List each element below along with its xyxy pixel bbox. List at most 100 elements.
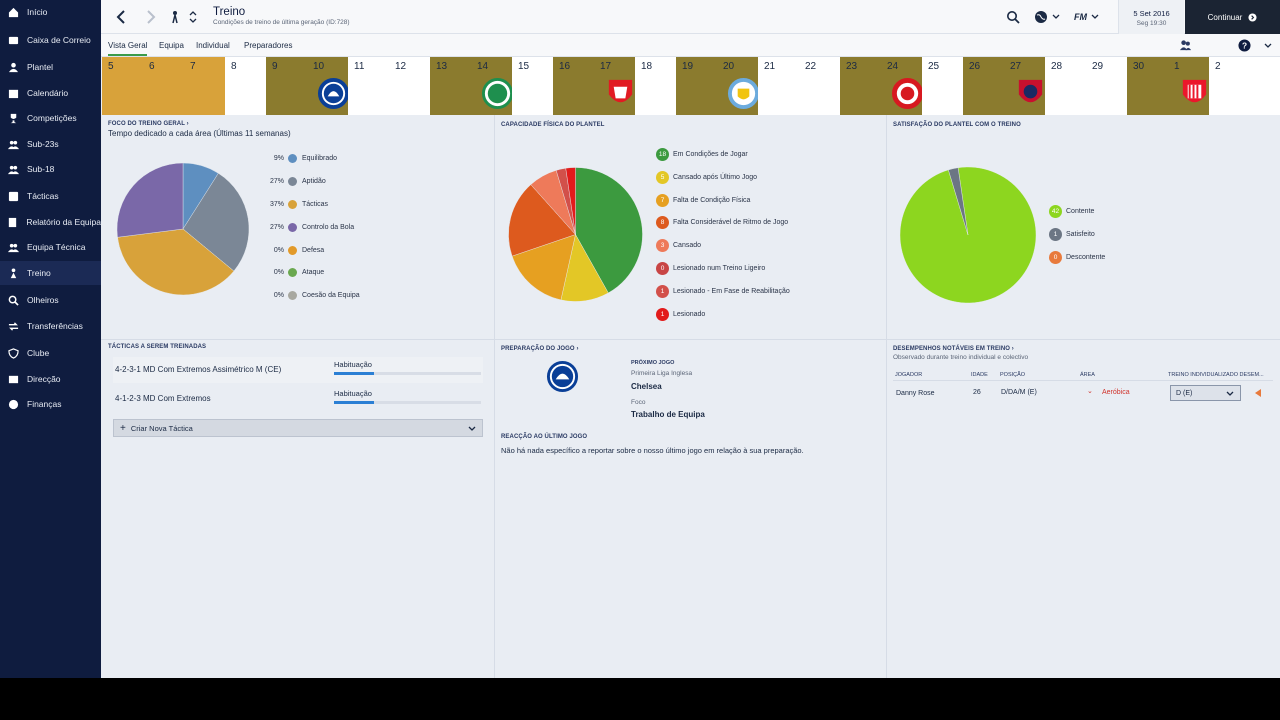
legend-item[interactable]: 42 Contente bbox=[1049, 205, 1094, 218]
legend-item[interactable]: 18 Em Condições de Jogar bbox=[656, 148, 748, 161]
calendar-day[interactable]: 5 bbox=[102, 57, 143, 115]
calendar-day[interactable]: 25 bbox=[922, 57, 963, 115]
world-menu-button[interactable] bbox=[1034, 9, 1060, 25]
opponent-name[interactable]: Chelsea bbox=[631, 382, 662, 391]
satisfaction-title: SATISFAÇÃO DO PLANTEL COM O TREINO bbox=[893, 122, 1021, 128]
calendar-day[interactable]: 17 bbox=[594, 57, 635, 115]
chevron-down-icon[interactable] bbox=[1264, 42, 1272, 50]
calendar-day[interactable]: 20 bbox=[717, 57, 760, 115]
southampton-crest[interactable] bbox=[891, 76, 924, 111]
legend-item[interactable]: 0 Descontente bbox=[1049, 251, 1105, 264]
calendar-day[interactable]: 26 bbox=[963, 57, 1004, 115]
date-display[interactable]: 5 Set 2016 Seg 19:30 bbox=[1118, 0, 1184, 34]
focus-title-link[interactable]: FOCO DO TREINO GERAL › bbox=[108, 121, 189, 127]
calendar-day[interactable]: 10 bbox=[307, 57, 350, 115]
sidebar-item-sub-23s[interactable]: Sub-23s bbox=[0, 132, 101, 156]
calendar-day[interactable]: 18 bbox=[635, 57, 676, 115]
calendar-day[interactable]: 12 bbox=[389, 57, 430, 115]
match-prep-title-link[interactable]: PREPARAÇÃO DO JOGO › bbox=[501, 346, 579, 352]
col-header-individual[interactable]: TREINO INDIVIDUALIZADO DESEM... bbox=[1168, 372, 1264, 378]
calendar-day[interactable]: 15 bbox=[512, 57, 553, 115]
calendar-day[interactable]: 21 bbox=[758, 57, 799, 115]
calendar-day[interactable]: 16 bbox=[553, 57, 594, 115]
calendar-day[interactable]: 19 bbox=[676, 57, 717, 115]
board-icon bbox=[7, 373, 19, 385]
calendar-day[interactable]: 6 bbox=[143, 57, 184, 115]
calendar-day[interactable]: 7 bbox=[184, 57, 225, 115]
club-switch-button[interactable] bbox=[187, 8, 199, 26]
player-name[interactable]: Danny Rose bbox=[896, 390, 935, 397]
sidebar-item-calend-rio[interactable]: Calendário bbox=[0, 81, 101, 105]
legend-item[interactable]: 1 Satisfeito bbox=[1049, 228, 1095, 241]
people-icon[interactable] bbox=[1179, 39, 1192, 52]
continue-button[interactable]: Continuar bbox=[1185, 0, 1280, 34]
performances-title-link[interactable]: DESEMPENHOS NOTÁVEIS EM TREINO › bbox=[893, 346, 1014, 352]
individual-training-dropdown[interactable]: D (E) bbox=[1170, 385, 1241, 401]
calendar-day[interactable]: 8 bbox=[225, 57, 266, 115]
focus-slice-3[interactable] bbox=[116, 162, 184, 238]
col-header-position[interactable]: POSIÇÃO bbox=[1000, 372, 1025, 378]
legend-item[interactable]: 1 Lesionado bbox=[656, 308, 705, 321]
sidebar-item-competi-es[interactable]: Competições bbox=[0, 106, 101, 130]
tab-vista-geral[interactable]: Vista Geral bbox=[108, 41, 148, 56]
sidebar-item-caixa-de-correio[interactable]: Caixa de Correio bbox=[0, 28, 101, 52]
legend-item[interactable]: 3 Cansado bbox=[656, 239, 701, 252]
legend-item[interactable]: 5 Cansado após Último Jogo bbox=[656, 171, 757, 184]
col-header-age[interactable]: IDADE bbox=[971, 372, 988, 378]
legend-item[interactable]: 7 Falta de Condição Física bbox=[656, 194, 750, 207]
sidebar-item-t-cticas[interactable]: Tácticas bbox=[0, 184, 101, 208]
calendar-day[interactable]: 14 bbox=[471, 57, 514, 115]
calendar-day[interactable]: 1 bbox=[1168, 57, 1209, 115]
tactic-row[interactable]: 4-2-3-1 MD Com Extremos Assimétrico M (C… bbox=[113, 357, 483, 383]
man-city-crest[interactable] bbox=[727, 76, 760, 111]
club-crest-button[interactable] bbox=[169, 8, 181, 26]
tab-individual[interactable]: Individual bbox=[196, 41, 230, 50]
celtic-crest[interactable] bbox=[481, 76, 514, 111]
tactic-row[interactable]: 4-1-2-3 MD Com Extremos Habituação bbox=[113, 386, 483, 412]
day-number: 2 bbox=[1215, 61, 1221, 72]
cska-crest[interactable] bbox=[1014, 76, 1047, 111]
sidebar: Início Caixa de Correio Plantel Calendário C… bbox=[0, 0, 101, 678]
sidebar-item-finan-as[interactable]: Finanças bbox=[0, 392, 101, 416]
calendar-day[interactable]: 23 bbox=[840, 57, 881, 115]
sidebar-item-relat-rio-da-equipa[interactable]: Relatório da Equipa bbox=[0, 210, 101, 234]
calendar-day[interactable]: 11 bbox=[348, 57, 389, 115]
sidebar-item-treino[interactable]: Treino bbox=[0, 261, 101, 285]
calendar-day[interactable]: 24 bbox=[881, 57, 924, 115]
calendar-day[interactable]: 30 bbox=[1127, 57, 1168, 115]
sidebar-item-in-cio[interactable]: Início bbox=[0, 0, 101, 24]
create-tactic-button[interactable]: + Criar Nova Táctica bbox=[113, 419, 483, 437]
calendar-day[interactable]: 2 bbox=[1209, 57, 1250, 115]
calendar-day[interactable]: 28 bbox=[1045, 57, 1086, 115]
search-button[interactable] bbox=[1006, 9, 1020, 25]
calendar-day[interactable]: 9 bbox=[266, 57, 307, 115]
sidebar-item-direc-o[interactable]: Direcção bbox=[0, 367, 101, 391]
day-number: 10 bbox=[313, 61, 325, 72]
sidebar-item-clube[interactable]: Clube bbox=[0, 341, 101, 365]
competition-name: Primeira Liga Inglesa bbox=[631, 370, 693, 377]
calendar-day[interactable]: 27 bbox=[1004, 57, 1045, 115]
back-button[interactable] bbox=[113, 8, 129, 26]
chelsea-crest[interactable] bbox=[317, 76, 350, 111]
calendar-day[interactable]: 22 bbox=[799, 57, 840, 115]
help-icon[interactable]: ? bbox=[1238, 39, 1251, 52]
calendar-day[interactable]: 29 bbox=[1086, 57, 1127, 115]
sunderland-crest[interactable] bbox=[1178, 76, 1211, 111]
sidebar-item-equipa-t-cnica[interactable]: Equipa Técnica bbox=[0, 235, 101, 259]
sidebar-item-plantel[interactable]: Plantel bbox=[0, 55, 101, 79]
tab-equipa[interactable]: Equipa bbox=[159, 41, 184, 50]
legend-item[interactable]: 1 Lesionado - Em Fase de Reabilitação bbox=[656, 285, 790, 298]
col-header-player[interactable]: JOGADOR bbox=[895, 372, 922, 378]
fm-menu-button[interactable]: FM bbox=[1074, 9, 1099, 25]
sidebar-item-transfer-ncias[interactable]: Transferências bbox=[0, 314, 101, 338]
forward-button[interactable] bbox=[143, 8, 159, 26]
calendar-day[interactable]: 13 bbox=[430, 57, 471, 115]
middlesbrough-crest[interactable] bbox=[604, 76, 637, 111]
tab-preparadores[interactable]: Preparadores bbox=[244, 41, 292, 50]
legend-item[interactable]: 0 Lesionado num Treino Ligeiro bbox=[656, 262, 765, 275]
home-icon bbox=[7, 6, 19, 18]
col-header-area[interactable]: ÁREA bbox=[1080, 372, 1095, 378]
sidebar-item-olheiros[interactable]: Olheiros bbox=[0, 288, 101, 312]
sidebar-item-sub-18[interactable]: Sub-18 bbox=[0, 157, 101, 181]
legend-item[interactable]: 8 Falta Considerável de Ritmo de Jogo bbox=[656, 216, 788, 229]
